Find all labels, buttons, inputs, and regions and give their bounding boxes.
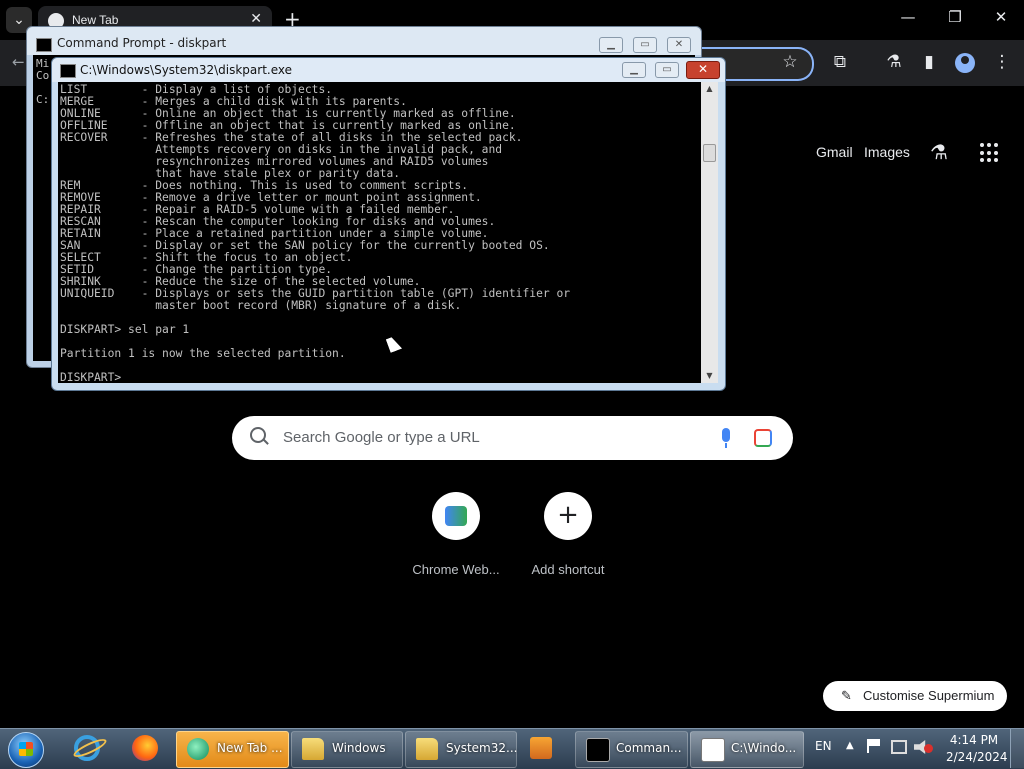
taskbar-item-command-prompt[interactable]: Comman... [575,731,688,768]
labs-flask-icon[interactable]: ⚗ [883,52,905,72]
start-button[interactable] [8,732,44,768]
plus-icon: + [557,500,579,530]
show-hidden-icons-chevron-icon[interactable]: ▲ [846,740,854,751]
taskbar-item-new-tab[interactable]: New Tab ... [176,731,289,768]
folder-icon [416,738,438,760]
web-store-icon [445,506,467,526]
extensions-icon[interactable]: ⧉ [829,52,851,72]
close-button[interactable]: ✕ [686,61,720,79]
scroll-thumb[interactable] [703,144,716,162]
action-center-flag-icon[interactable] [867,739,883,753]
taskbar-pin-internet-explorer[interactable] [60,731,112,765]
search-placeholder: Search Google or type a URL [283,429,480,446]
window-titlebar[interactable]: C:\Windows\System32\diskpart.exe ▁ ▭ ✕ [52,58,725,82]
menu-kebab-icon[interactable]: ⋮ [991,52,1013,72]
window-title: Command Prompt - diskpart [57,36,227,50]
images-link[interactable]: Images [864,144,910,160]
window-minimize-button[interactable]: — [893,8,923,26]
minimize-button[interactable]: ▁ [599,37,623,53]
profile-avatar-icon[interactable] [955,53,975,73]
folder-icon [302,738,324,760]
scroll-down-arrow-icon[interactable]: ▼ [701,369,718,383]
taskbar-item-label: Comman... [616,741,682,755]
console-line: DISKPART> sel par 1 [60,323,190,336]
console-line: Partition 1 is now the selected partitio… [60,347,346,360]
console-line: master boot record (MBR) signature of a … [60,299,462,312]
customise-button[interactable]: ✎ Customise Supermium [823,681,1007,711]
scroll-up-arrow-icon[interactable]: ▲ [701,82,718,96]
minimize-button[interactable]: ▁ [622,62,646,78]
firefox-icon [132,735,158,761]
shortcut-icon-circle: + [544,492,592,540]
media-player-icon [530,737,552,759]
cmd-app-icon [586,738,610,762]
taskbar-pin-firefox[interactable] [118,731,170,765]
muted-badge-icon [924,744,933,753]
clock-date[interactable]: 2/24/2024 [946,750,1008,764]
show-desktop-button[interactable] [1010,729,1024,768]
side-panel-icon[interactable]: ▮ [918,52,940,72]
taskbar-item-label: Windows [332,741,386,755]
back-arrow-icon[interactable]: ← [12,53,25,71]
bookmark-star-icon[interactable]: ☆ [779,52,801,72]
tab-title: New Tab [72,13,119,27]
taskbar-pin-media-player[interactable] [520,731,570,765]
customise-label: Customise Supermium [863,688,995,703]
shortcut-chrome-web-store[interactable]: Chrome Web... [406,492,506,577]
window-title: C:\Windows\System32\diskpart.exe [80,63,292,77]
shortcut-icon-circle [432,492,480,540]
google-apps-icon[interactable] [980,143,1000,163]
taskbar-item-system32-folder[interactable]: System32... [405,731,517,768]
image-search-icon[interactable] [754,429,772,447]
network-icon[interactable] [891,740,907,754]
console-line: Co [36,69,50,82]
clock-time[interactable]: 4:14 PM [946,733,1002,747]
search-box[interactable]: Search Google or type a URL [232,416,793,460]
internet-explorer-icon [74,735,100,761]
labs-icon[interactable]: ⚗ [930,140,948,164]
window-restore-button[interactable]: ❐ [940,8,970,26]
language-indicator[interactable]: EN [815,739,832,753]
shortcut-label: Chrome Web... [412,562,500,577]
search-icon [250,427,266,443]
maximize-button[interactable]: ▭ [633,37,657,53]
maximize-button[interactable]: ▭ [655,62,679,78]
cmd-app-icon [36,38,52,52]
close-button[interactable]: ✕ [667,37,691,53]
cmd-app-icon [60,64,76,78]
taskbar-item-label: C:\Windo... [731,741,797,755]
pencil-icon: ✎ [841,689,852,704]
diskpart-app-icon [701,738,725,762]
vertical-scrollbar[interactable]: ▲ ▼ [701,82,718,383]
voice-search-icon[interactable] [722,428,730,448]
console-output[interactable]: LIST - Display a list of objects. MERGE -… [58,82,701,383]
supermium-icon [187,738,209,760]
window-close-button[interactable]: ✕ [986,8,1016,26]
console-line: DISKPART> [60,371,122,384]
taskbar-item-diskpart[interactable]: C:\Windo... [690,731,804,768]
shortcut-label: Add shortcut [531,562,605,577]
taskbar-item-windows-folder[interactable]: Windows [291,731,403,768]
console-line: C: [36,93,50,106]
window-titlebar[interactable]: Command Prompt - diskpart ▁ ▭ ✕ [27,27,701,55]
taskbar-item-label: System32... [446,741,518,755]
add-shortcut-button[interactable]: + Add shortcut [518,492,618,577]
tab-close-icon[interactable]: ✕ [250,11,262,27]
taskbar-item-label: New Tab ... [217,741,283,755]
gmail-link[interactable]: Gmail [816,144,853,160]
